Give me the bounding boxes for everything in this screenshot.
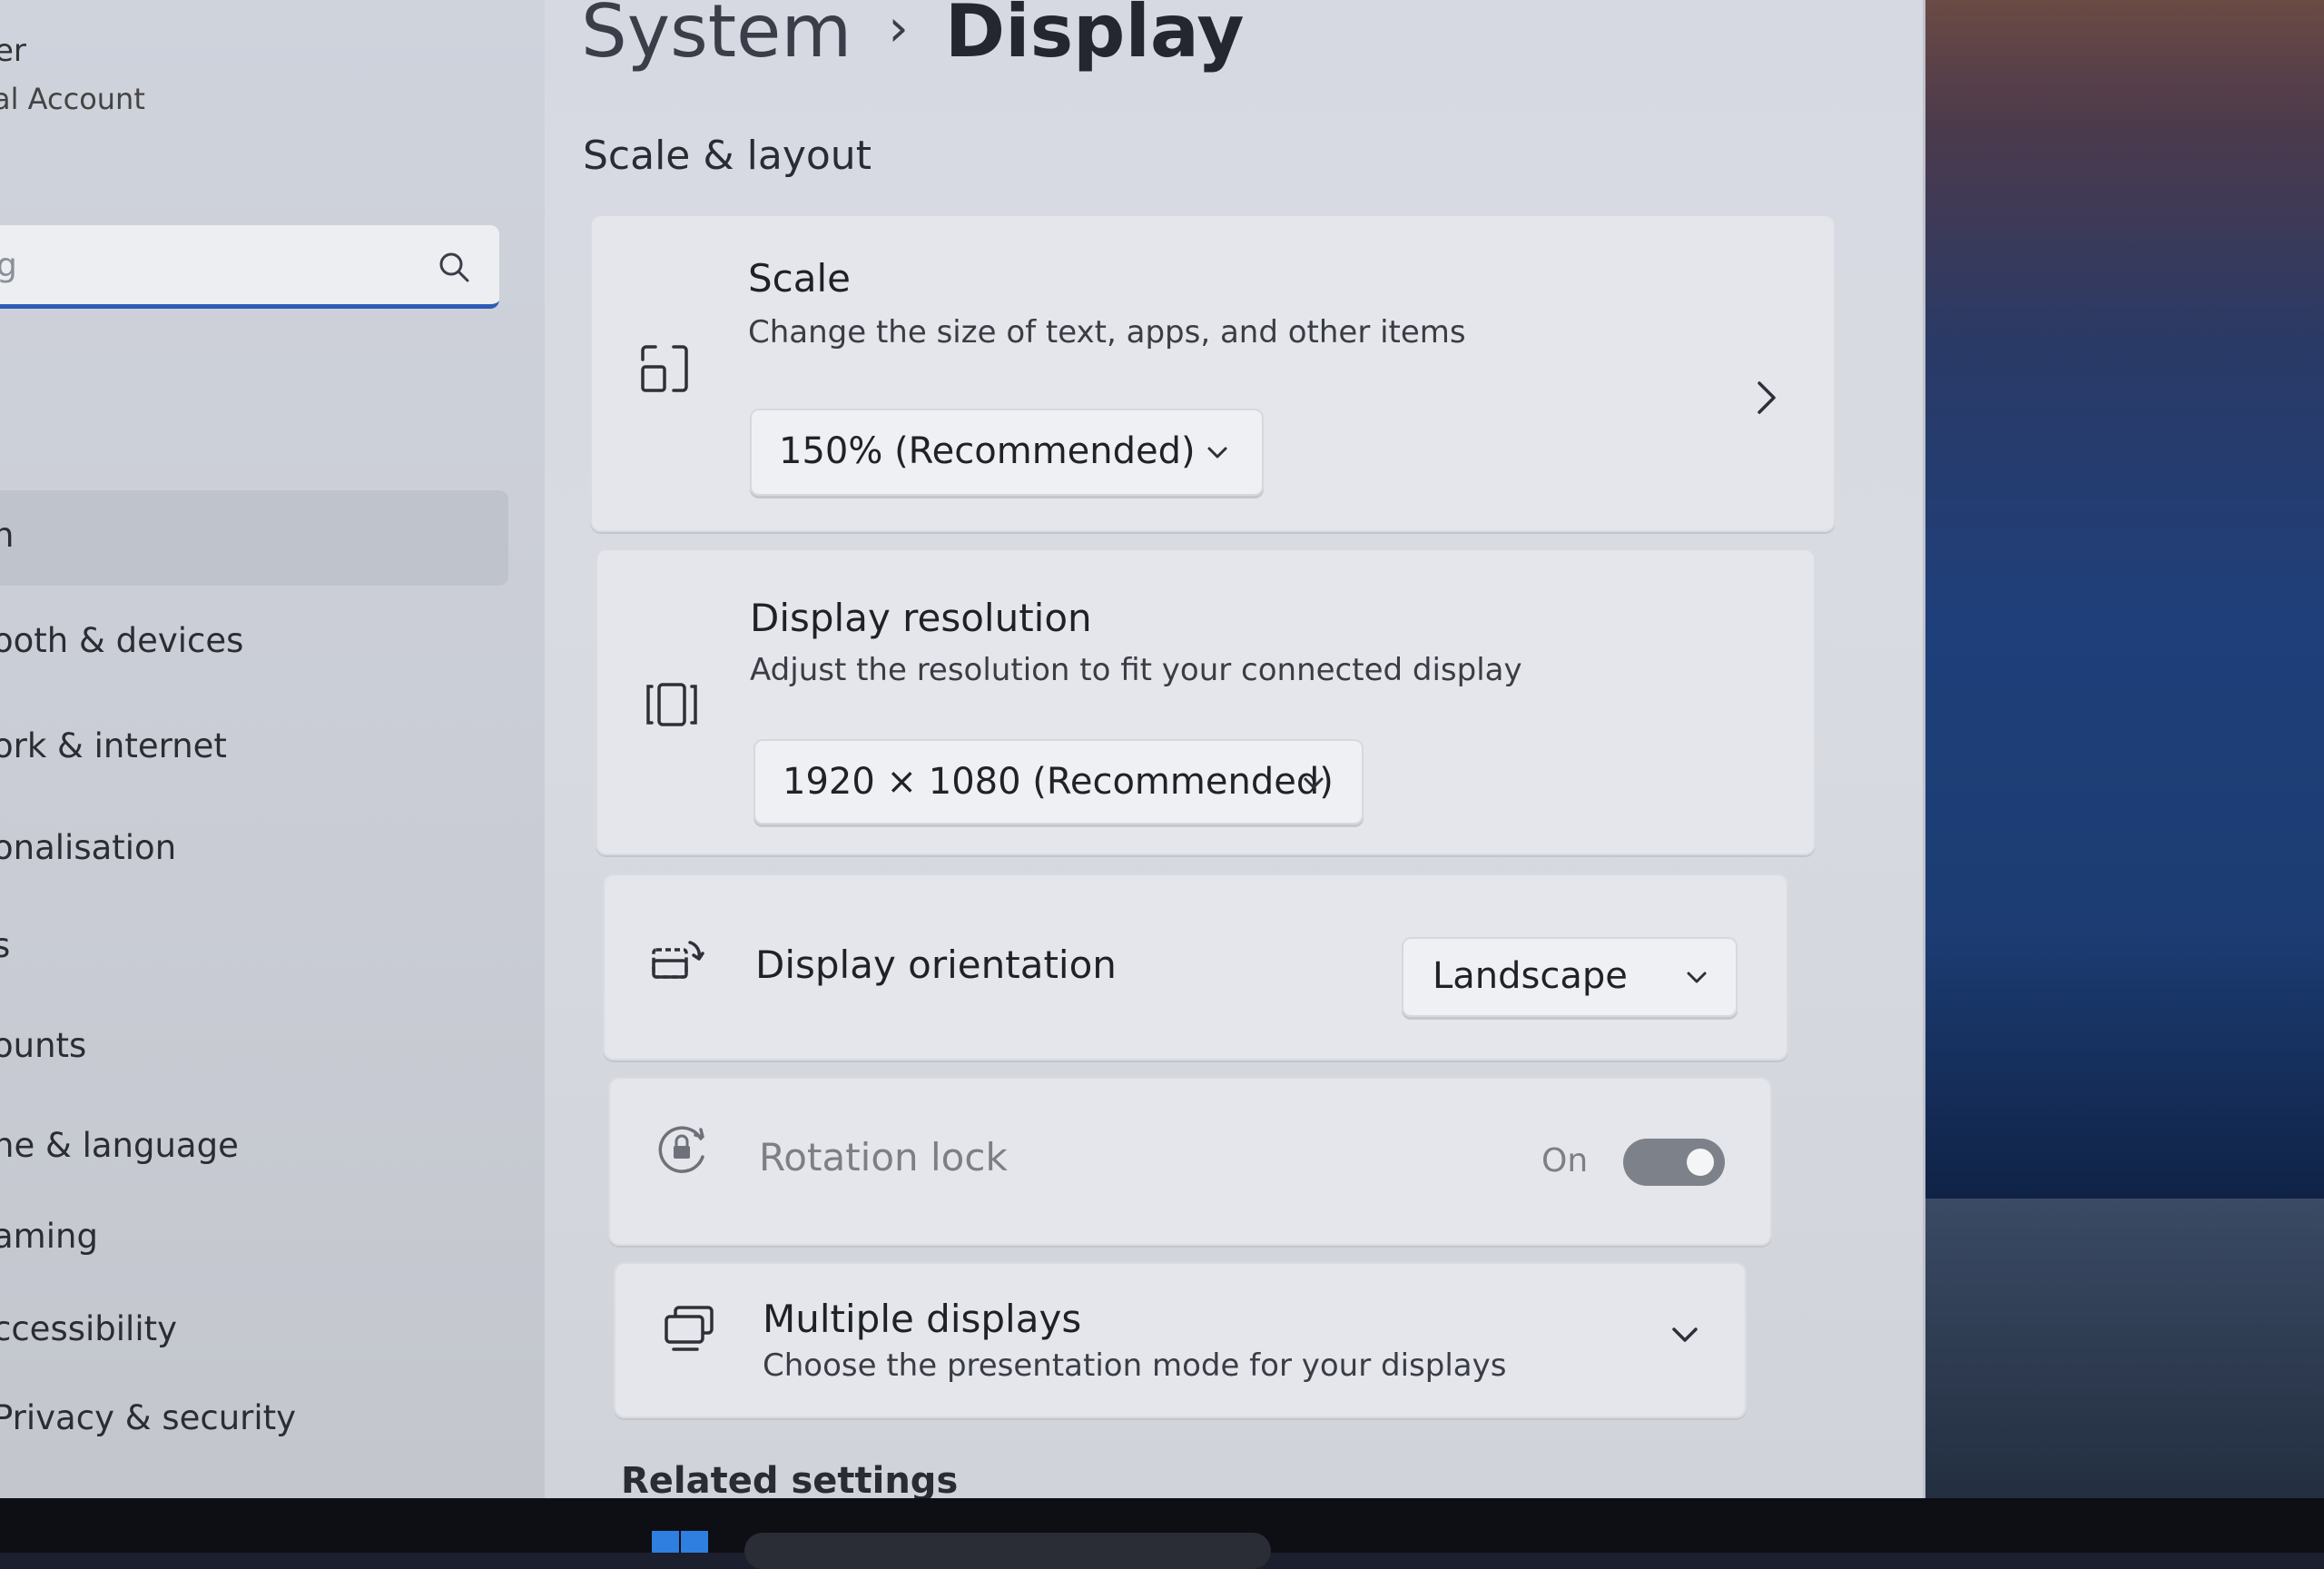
related-settings-heading: Related settings bbox=[621, 1460, 959, 1502]
resolution-dropdown-value: 1920 × 1080 (Recommended) bbox=[783, 761, 1334, 803]
chevron-down-icon bbox=[1207, 447, 1227, 459]
sidebar-item-network-internet[interactable]: ork & internet bbox=[0, 726, 227, 765]
rotation-lock-card: Rotation lock On bbox=[608, 1077, 1772, 1246]
rotation-lock-icon bbox=[658, 1126, 704, 1173]
settings-search-box[interactable]: g bbox=[0, 225, 499, 309]
sidebar-item-privacy-security[interactable]: Privacy & security bbox=[0, 1398, 296, 1437]
orientation-dropdown[interactable]: Landscape bbox=[1402, 937, 1738, 1017]
multiple-displays-title: Multiple displays bbox=[763, 1297, 1082, 1341]
breadcrumb-separator: › bbox=[888, 0, 909, 58]
scale-title: Scale bbox=[748, 256, 851, 301]
scale-card[interactable]: Scale Change the size of text, apps, and… bbox=[590, 214, 1836, 532]
scale-dropdown[interactable]: 150% (Recommended) bbox=[750, 409, 1264, 496]
sidebar-item-apps[interactable]: s bbox=[0, 926, 10, 965]
scale-description: Change the size of text, apps, and other… bbox=[748, 314, 1466, 350]
sidebar-item-accounts[interactable]: ounts bbox=[0, 1026, 86, 1065]
display-resolution-description: Adjust the resolution to fit your connec… bbox=[750, 652, 1522, 688]
search-icon[interactable] bbox=[436, 249, 472, 285]
start-button[interactable] bbox=[652, 1531, 708, 1553]
orientation-dropdown-value: Landscape bbox=[1433, 955, 1628, 997]
display-resolution-card: Display resolution Adjust the resolution… bbox=[596, 548, 1816, 855]
breadcrumb: System › Display bbox=[581, 0, 1245, 74]
scale-icon bbox=[641, 345, 688, 392]
multiple-displays-card[interactable]: Multiple displays Choose the presentatio… bbox=[614, 1262, 1747, 1418]
toggle-knob bbox=[1687, 1149, 1714, 1176]
sidebar-item-time-language[interactable]: ne & language bbox=[0, 1126, 239, 1165]
multiple-displays-description: Choose the presentation mode for your di… bbox=[763, 1347, 1507, 1384]
sidebar-item-accessibility[interactable]: ccessibility bbox=[0, 1309, 177, 1348]
rotation-lock-state: On bbox=[1541, 1142, 1589, 1179]
sidebar-item-personalisation[interactable]: onalisation bbox=[0, 828, 176, 867]
section-title: Scale & layout bbox=[583, 133, 872, 179]
chevron-down-icon bbox=[1687, 972, 1707, 983]
page-title: Display bbox=[944, 0, 1245, 74]
taskbar-search[interactable] bbox=[744, 1533, 1271, 1569]
sidebar-item-system[interactable]: n bbox=[0, 516, 14, 555]
display-resolution-title: Display resolution bbox=[750, 596, 1092, 640]
chevron-down-icon[interactable] bbox=[1669, 1322, 1701, 1349]
search-input[interactable]: g bbox=[0, 247, 17, 284]
settings-window: er al Account g n ooth & devices ork & i… bbox=[0, 0, 1925, 1505]
multiple-displays-icon bbox=[665, 1306, 714, 1351]
orientation-icon bbox=[652, 941, 704, 979]
resolution-icon bbox=[646, 683, 697, 726]
chevron-right-icon[interactable] bbox=[1750, 378, 1783, 418]
rotation-lock-toggle[interactable] bbox=[1623, 1139, 1725, 1186]
chevron-down-icon bbox=[1304, 777, 1324, 789]
user-name: er bbox=[0, 33, 26, 69]
sidebar-item-bluetooth-devices[interactable]: ooth & devices bbox=[0, 621, 243, 660]
display-orientation-card: Display orientation Landscape bbox=[603, 873, 1788, 1061]
scale-dropdown-value: 150% (Recommended) bbox=[779, 430, 1196, 472]
sidebar: er al Account g n ooth & devices ork & i… bbox=[0, 0, 545, 1503]
sidebar-item-active-bg bbox=[0, 490, 508, 586]
user-account-type: al Account bbox=[0, 82, 145, 116]
breadcrumb-system[interactable]: System bbox=[581, 0, 852, 74]
rotation-lock-title: Rotation lock bbox=[759, 1135, 1008, 1179]
display-orientation-title: Display orientation bbox=[755, 942, 1117, 987]
sidebar-item-gaming[interactable]: aming bbox=[0, 1217, 98, 1256]
resolution-dropdown[interactable]: 1920 × 1080 (Recommended) bbox=[753, 739, 1364, 824]
taskbar bbox=[0, 1498, 2324, 1569]
